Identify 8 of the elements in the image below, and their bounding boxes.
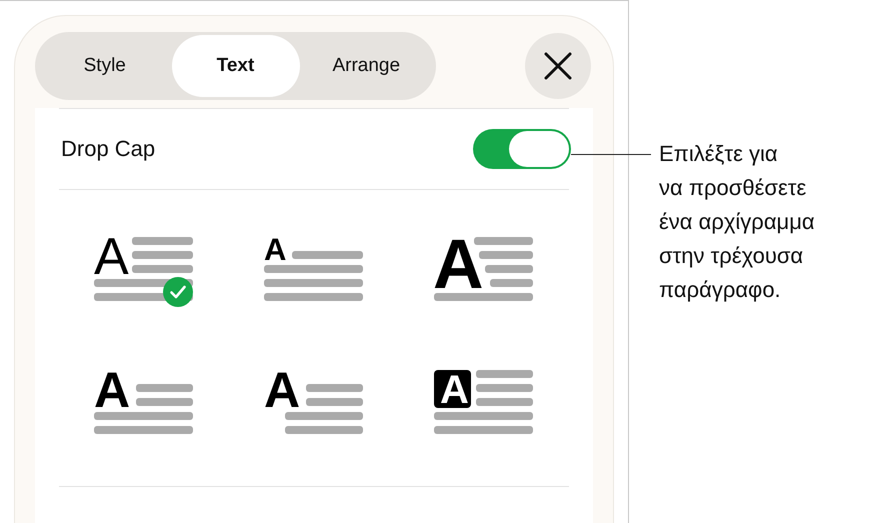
- tab[interactable]: Text: [172, 35, 300, 97]
- drop-cap-label: Drop Cap: [61, 136, 156, 162]
- tab[interactable]: Style: [38, 35, 172, 97]
- close-icon: [544, 52, 572, 80]
- drop-cap-toggle[interactable]: [473, 129, 571, 169]
- checkmark-badge-icon: [162, 276, 194, 308]
- tab[interactable]: Arrange: [300, 35, 433, 97]
- callout-text: Επιλέξτε για να προσθέσετε ένα αρχίγραμμα στην τρέχουσα παράγραφο.: [659, 140, 815, 304]
